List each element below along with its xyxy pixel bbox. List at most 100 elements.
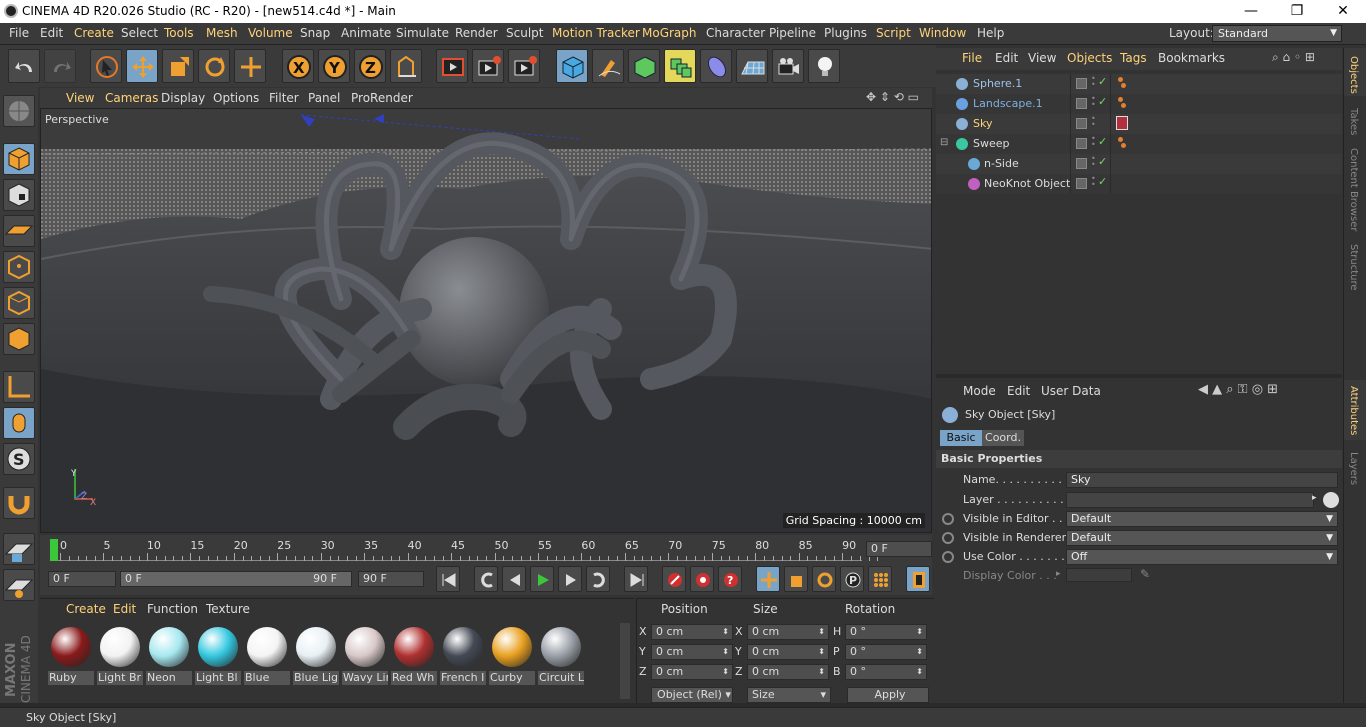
coord-rot-field[interactable]: 0 ° ⬍	[845, 664, 927, 680]
menu-volume[interactable]: Volume	[248, 26, 293, 40]
floor-button[interactable]	[736, 49, 768, 83]
material-menu-function[interactable]: Function	[147, 602, 198, 616]
menu-mograph[interactable]: MoGraph	[642, 26, 697, 40]
keyframe-selection-button[interactable]: ?	[718, 566, 742, 592]
x-axis-button[interactable]: X	[282, 49, 314, 83]
scale-button[interactable]	[162, 49, 194, 83]
menu-create[interactable]: Create	[74, 26, 114, 40]
objmenu-bookmarks[interactable]: Bookmarks	[1158, 51, 1225, 65]
key-parameter-button[interactable]: P	[840, 566, 864, 592]
viewport-menu-filter[interactable]: Filter	[269, 91, 299, 105]
camera-button[interactable]	[772, 49, 804, 83]
menu-select[interactable]: Select	[121, 26, 158, 40]
phong-tag-icon[interactable]	[1116, 76, 1128, 90]
go-to-start-button[interactable]	[436, 566, 460, 592]
timeline-track[interactable]: 0 5 10 15 20 25 30 35 40 45 50 55 60 65 70 75 80 85 90	[50, 539, 879, 561]
side-tab-layers[interactable]: Layers	[1348, 452, 1359, 485]
menu-simulate[interactable]: Simulate	[396, 26, 449, 40]
key-rotation-button[interactable]	[812, 566, 836, 592]
expand-arrow-icon[interactable]: ▸	[1056, 569, 1061, 579]
render-view-button[interactable]	[436, 49, 468, 83]
object-row[interactable]: NeoKnot Object • • ✓	[936, 174, 1342, 194]
menu-character[interactable]: Character	[706, 26, 765, 40]
stepper-icon[interactable]: ⬍	[818, 625, 825, 639]
attr-nav-icons[interactable]: ◀ ▲ ⌕ ⚿ ◎ ⊞	[1198, 382, 1278, 397]
previous-key-button[interactable]	[474, 566, 498, 592]
objmenu-view[interactable]: View	[1028, 51, 1056, 65]
side-tab-takes[interactable]: Takes	[1348, 108, 1359, 135]
side-tab-attributes[interactable]: Attributes	[1348, 386, 1359, 435]
material-menu-create[interactable]: Create	[66, 602, 106, 616]
menu-plugins[interactable]: Plugins	[824, 26, 867, 40]
viewport-menu-prorender[interactable]: ProRender	[351, 91, 413, 105]
material-swatch[interactable]: Circuit L	[538, 627, 584, 685]
tab-basic[interactable]: Basic	[940, 430, 982, 446]
use-color-dropdown[interactable]: Off ▼	[1066, 549, 1338, 565]
coord-pos-field[interactable]: 0 cm ⬍	[651, 644, 733, 660]
collapse-icon[interactable]: ⊟	[940, 137, 948, 148]
menu-help[interactable]: Help	[977, 26, 1004, 40]
menu-tools[interactable]: Tools	[164, 26, 194, 40]
cube-button[interactable]	[556, 49, 588, 83]
keyframe-toggle-icon[interactable]	[942, 551, 954, 563]
light-button[interactable]	[808, 49, 840, 83]
object-row[interactable]: Landscape.1 • • ✓	[936, 94, 1342, 114]
redo-button[interactable]	[44, 49, 76, 83]
coord-size-field[interactable]: 0 cm ⬍	[747, 624, 829, 640]
layer-swatch[interactable]	[1076, 138, 1087, 149]
auto-key-button[interactable]	[690, 566, 714, 592]
material-swatch[interactable]: Blue Lig	[293, 627, 339, 685]
pen-button[interactable]	[592, 49, 624, 83]
rotate-button[interactable]	[198, 49, 230, 83]
layer-swatch[interactable]	[1076, 118, 1087, 129]
object-row[interactable]: n-Side • • ✓	[936, 154, 1342, 174]
current-frame-field[interactable]: 0 F	[866, 541, 932, 557]
objmenu-file[interactable]: File	[962, 51, 982, 65]
perspective-viewport[interactable]: Perspective Y Z X Grid Spacing : 10000 c…	[40, 108, 932, 533]
workplane-lock-button[interactable]	[3, 533, 35, 565]
next-key-button[interactable]	[586, 566, 610, 592]
timeline-window-button[interactable]	[906, 566, 930, 592]
size-mode-dropdown[interactable]: Size ▾	[747, 687, 831, 703]
stepper-icon[interactable]: ⬍	[818, 645, 825, 659]
viewport-nav-icon[interactable]: ✥ ⇕ ⟲ ▭	[866, 90, 919, 104]
visible-renderer-dropdown[interactable]: Default ▼	[1066, 530, 1338, 546]
attr-name-input[interactable]: Sky	[1066, 472, 1338, 488]
side-tab-objects[interactable]: Objects	[1348, 56, 1359, 94]
play-button[interactable]	[530, 566, 554, 592]
material-menu-texture[interactable]: Texture	[206, 602, 250, 616]
snapping-button[interactable]: S	[3, 443, 35, 475]
object-manager-search-icon[interactable]: ⌕ ⌂ ◦ ⊞	[1272, 50, 1315, 65]
enabled-check-icon[interactable]: ✓	[1098, 155, 1107, 168]
edit-render-settings-button[interactable]	[508, 49, 540, 83]
material-swatch[interactable]: Blue	[244, 627, 290, 685]
deformer-button[interactable]	[700, 49, 732, 83]
start-frame-field[interactable]: 0 F	[48, 571, 116, 587]
coord-rot-field[interactable]: 0 ° ⬍	[845, 644, 927, 660]
tab-coord[interactable]: Coord.	[982, 430, 1024, 446]
magnet-button[interactable]	[3, 487, 35, 519]
go-to-end-button[interactable]	[624, 566, 648, 592]
y-axis-button[interactable]: Y	[318, 49, 350, 83]
coord-pos-field[interactable]: 0 cm ⬍	[651, 624, 733, 640]
visibility-dots-icon[interactable]: • •	[1091, 75, 1096, 89]
coord-size-field[interactable]: 0 cm ⬍	[747, 644, 829, 660]
menu-render[interactable]: Render	[455, 26, 498, 40]
material-menu-edit[interactable]: Edit	[113, 602, 136, 616]
axis-mode-button[interactable]	[3, 371, 35, 403]
menu-edit[interactable]: Edit	[40, 26, 63, 40]
eyedropper-icon[interactable]: ✎	[1140, 567, 1150, 581]
frame-range-slider[interactable]: 0 F 90 F	[120, 571, 352, 587]
visibility-dots-icon[interactable]: • •	[1091, 135, 1096, 149]
visibility-dots-icon[interactable]: • •	[1091, 115, 1096, 129]
material-swatch[interactable]: French I	[440, 627, 486, 685]
end-frame-field[interactable]: 90 F	[358, 571, 424, 587]
timeline-ruler[interactable]: 0 5 10 15 20 25 30 35 40 45 50 55 60 65 70 75 80 85 90 0 F	[40, 535, 932, 565]
object-row[interactable]: Sky • •	[936, 114, 1342, 134]
layer-picker-icon[interactable]	[1323, 492, 1339, 508]
keyframe-toggle-icon[interactable]	[942, 532, 954, 544]
minimize-button[interactable]: —	[1228, 0, 1274, 23]
menu-script[interactable]: Script	[876, 26, 911, 40]
model-mode-button[interactable]	[3, 143, 35, 175]
stepper-icon[interactable]: ⬍	[916, 665, 923, 679]
